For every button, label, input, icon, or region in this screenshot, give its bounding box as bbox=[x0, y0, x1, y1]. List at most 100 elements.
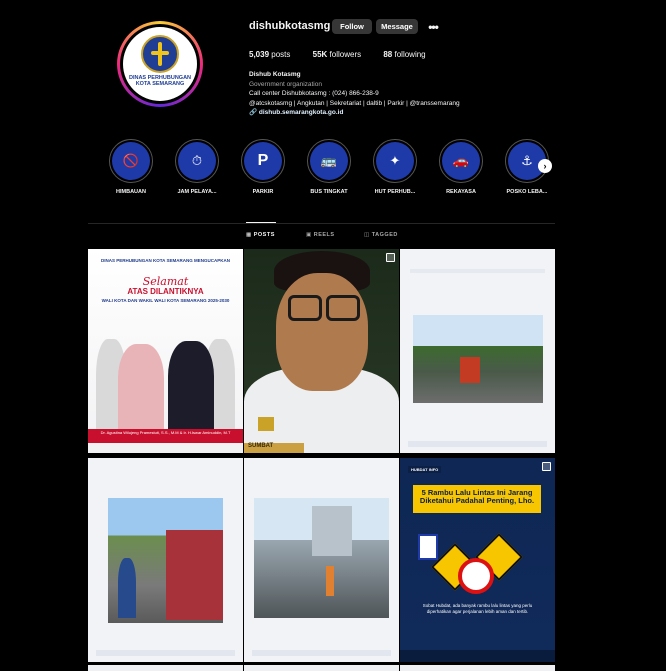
car-icon: 🚗 bbox=[452, 153, 470, 168]
tab-tagged-label: TAGGED bbox=[371, 232, 398, 238]
avatar-logo-text: DINAS PERHUBUNGAN KOTA SEMARANG bbox=[128, 75, 192, 87]
highlight-circle: 🚌 bbox=[307, 139, 351, 183]
followers-stat[interactable]: 55K followers bbox=[313, 50, 362, 59]
red-truck bbox=[460, 357, 480, 383]
bus-icon: 🚌 bbox=[320, 153, 338, 168]
highlight-himbauan[interactable]: 🚫 HIMBAUAN bbox=[101, 139, 161, 195]
tagged-icon: ◫ bbox=[364, 232, 370, 238]
highlight-label: POSKO LEBA... bbox=[506, 189, 548, 195]
avatar-logo: DINAS PERHUBUNGAN KOTA SEMARANG bbox=[123, 27, 197, 101]
chevron-right-icon[interactable]: › bbox=[538, 159, 552, 173]
post-subtitle-text: WALI KOTA DAN WAKIL WALI KOTA SEMARANG 2… bbox=[101, 298, 230, 303]
post-tag: HUBDAT INFO bbox=[408, 466, 442, 473]
tabs-divider bbox=[88, 223, 555, 224]
highlight-rekayasa[interactable]: 🚗 REKAYASA bbox=[431, 139, 491, 195]
name-plate: SUMBAT bbox=[244, 443, 304, 453]
reels-icon: ▣ bbox=[306, 232, 312, 238]
post-footer-strip bbox=[408, 441, 547, 447]
bio-link[interactable]: 🔗 dishub.semarangkota.go.id bbox=[249, 108, 569, 118]
highlight-hut-perhub[interactable]: ✦ HUT PERHUB... bbox=[365, 139, 425, 195]
post-header-text: DINAS PERHUBUNGAN KOTA SEMARANG MENGUCAP… bbox=[100, 258, 230, 263]
highlight-label: REKAYASA bbox=[446, 189, 476, 195]
post-thumbnail-4[interactable] bbox=[88, 458, 243, 662]
highlight-jam-pelayanan[interactable]: ⏱ JAM PELAYA... bbox=[167, 139, 227, 195]
post-names-text: Dr. Agustina Wilujeng Pramestuti, S.S., … bbox=[88, 429, 243, 443]
tab-posts-label: POSTS bbox=[253, 232, 275, 238]
profile-avatar[interactable]: DINAS PERHUBUNGAN KOTA SEMARANG bbox=[117, 21, 203, 107]
highlight-circle: P bbox=[241, 139, 285, 183]
mayor-photo bbox=[118, 344, 164, 429]
profile-category: Government organization bbox=[249, 80, 322, 88]
highlight-label: BUS TINGKAT bbox=[310, 189, 348, 195]
parking-icon: P bbox=[257, 152, 269, 169]
highlight-label: JAM PELAYA... bbox=[177, 189, 217, 195]
following-stat[interactable]: 88 following bbox=[383, 50, 425, 59]
following-label: following bbox=[394, 50, 426, 59]
highlight-circle: ⏱ bbox=[175, 139, 219, 183]
post-decor-line bbox=[410, 269, 545, 273]
truck-photo bbox=[166, 530, 223, 620]
post-thumbnail-7[interactable] bbox=[88, 665, 243, 671]
highlight-circle: 🚫 bbox=[109, 139, 153, 183]
highlight-parkir[interactable]: P PARKIR bbox=[233, 139, 293, 195]
posts-stat: 5,039 posts bbox=[249, 50, 290, 59]
bio-line-2: @atcskotasmg | Angkutan | Sekretariat | … bbox=[249, 99, 460, 107]
post-description: Sobat Hubdat, ada banyak rambu lalu lint… bbox=[422, 603, 533, 614]
uniform-badge bbox=[258, 417, 274, 431]
posts-count: 5,039 bbox=[249, 50, 270, 59]
tab-reels[interactable]: ▣ REELS bbox=[306, 232, 335, 238]
posts-label: posts bbox=[271, 50, 291, 59]
reel-icon bbox=[386, 253, 395, 262]
followers-label: followers bbox=[329, 50, 362, 59]
profile-username: dishubkotasmg bbox=[249, 20, 331, 32]
message-button[interactable]: Message bbox=[376, 19, 418, 34]
dishub-emblem-icon bbox=[141, 35, 179, 73]
glasses-icon bbox=[288, 295, 322, 321]
bio-link-text[interactable]: dishub.semarangkota.go.id bbox=[259, 109, 344, 116]
building-photo bbox=[312, 506, 352, 556]
profile-stats: 5,039 posts 55K followers 88 following bbox=[249, 50, 446, 59]
traffic-officer bbox=[326, 566, 334, 596]
post-footer-strip bbox=[96, 650, 235, 656]
active-tab-indicator bbox=[246, 222, 276, 223]
highlight-label: PARKIR bbox=[252, 189, 274, 195]
wheel-icon: ✦ bbox=[389, 153, 401, 168]
grid-icon: ▦ bbox=[246, 232, 252, 238]
display-name: Dishub Kotasmg bbox=[249, 71, 301, 78]
profile-bio: Dishub Kotasmg Government organization C… bbox=[249, 70, 569, 118]
vice-mayor-photo bbox=[168, 341, 214, 429]
no-entry-icon: 🚫 bbox=[122, 153, 140, 168]
clock-icon: ⏱ bbox=[191, 153, 203, 168]
highlight-label: HUT PERHUB... bbox=[374, 189, 416, 195]
avatar-border: DINAS PERHUBUNGAN KOTA SEMARANG bbox=[120, 24, 200, 104]
post-title-text: ATAS DILANTIKNYA bbox=[127, 287, 204, 296]
tab-posts[interactable]: ▦ POSTS bbox=[246, 232, 275, 238]
bio-line-1: Call center Dishubkotasmg : (024) 866-23… bbox=[249, 90, 379, 97]
post-thumbnail-3[interactable] bbox=[400, 249, 555, 453]
post-thumbnail-2[interactable]: SUMBAT bbox=[244, 249, 399, 453]
post-footer-strip bbox=[252, 650, 391, 656]
post-headline: 5 Rambu Lalu Lintas Ini Jarang Diketahui… bbox=[413, 485, 541, 513]
tab-tagged[interactable]: ◫ TAGGED bbox=[364, 232, 398, 238]
highlight-bus-tingkat[interactable]: 🚌 BUS TINGKAT bbox=[299, 139, 359, 195]
highlight-circle: 🚗 bbox=[439, 139, 483, 183]
followers-count: 55K bbox=[312, 50, 328, 59]
portrait-face bbox=[276, 273, 368, 391]
more-options-icon[interactable]: ••• bbox=[426, 19, 440, 34]
following-count: 88 bbox=[383, 50, 393, 59]
highlight-circle: ✦ bbox=[373, 139, 417, 183]
post-thumbnail-8[interactable] bbox=[244, 665, 399, 671]
carousel-icon bbox=[542, 462, 551, 471]
glasses-icon bbox=[326, 295, 360, 321]
officer-figure bbox=[118, 558, 136, 618]
no-entry-sign-icon bbox=[458, 558, 494, 594]
anchor-icon: ⚓ bbox=[521, 153, 533, 168]
direction-sign-icon bbox=[418, 534, 438, 560]
highlight-label: HIMBAUAN bbox=[116, 189, 146, 195]
post-thumbnail-6[interactable]: HUBDAT INFO 5 Rambu Lalu Lintas Ini Jara… bbox=[400, 458, 555, 662]
post-thumbnail-5[interactable] bbox=[244, 458, 399, 662]
post-thumbnail-9[interactable] bbox=[400, 665, 555, 671]
tab-reels-label: REELS bbox=[313, 232, 335, 238]
follow-button[interactable]: Follow bbox=[332, 19, 372, 34]
post-thumbnail-1[interactable]: DINAS PERHUBUNGAN KOTA SEMARANG MENGUCAP… bbox=[88, 249, 243, 453]
